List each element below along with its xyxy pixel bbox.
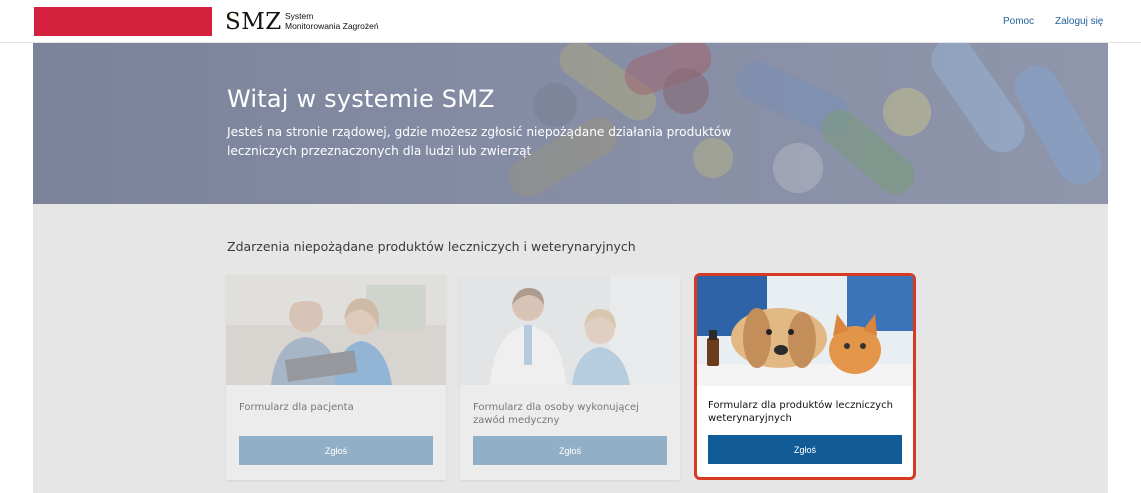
card-patient-title: Formularz dla pacjenta	[239, 402, 354, 413]
patient-photo	[226, 275, 446, 385]
logo-subtitle: System Monitorowania Zagrożeń	[285, 11, 379, 31]
report-button-patient[interactable]: Zgłoś	[239, 436, 433, 465]
logo-subtitle-line1: System	[285, 11, 314, 21]
veterinary-animals-photo	[697, 276, 913, 386]
hero-title: Witaj w systemie SMZ	[227, 85, 495, 113]
login-link[interactable]: Zaloguj się	[1055, 16, 1103, 27]
card-medical-professional-form[interactable]: Formularz dla osoby wykonującej zawód me…	[460, 275, 680, 480]
section-title: Zdarzenia niepożądane produktów lecznicz…	[227, 239, 636, 254]
card-veterinary-form[interactable]: Formularz dla produktów leczniczych wete…	[694, 273, 916, 480]
report-button-medical[interactable]: Zgłoś	[473, 436, 667, 465]
top-header: SMZ System Monitorowania Zagrożeń Pomoc …	[0, 0, 1141, 43]
logo-smz[interactable]: SMZ	[225, 9, 282, 35]
card-medical-title: Formularz dla osoby wykonującej zawód me…	[473, 402, 639, 426]
card-patient-form[interactable]: Formularz dla pacjenta Zgłoś	[226, 275, 446, 480]
main-section: Zdarzenia niepożądane produktów lecznicz…	[33, 204, 1108, 493]
logo-subtitle-line2: Monitorowania Zagrożeń	[285, 21, 379, 31]
report-button-veterinary[interactable]: Zgłoś	[708, 435, 902, 464]
hero-description: Jesteś na stronie rządowej, gdzie możesz…	[227, 125, 732, 158]
medical-staff-photo	[460, 275, 680, 385]
card-veterinary-title: Formularz dla produktów leczniczych wete…	[708, 400, 893, 424]
help-link[interactable]: Pomoc	[1003, 16, 1034, 27]
hero-banner: Witaj w systemie SMZ Jesteś na stronie r…	[33, 43, 1108, 204]
polish-flag-banner	[34, 7, 238, 36]
